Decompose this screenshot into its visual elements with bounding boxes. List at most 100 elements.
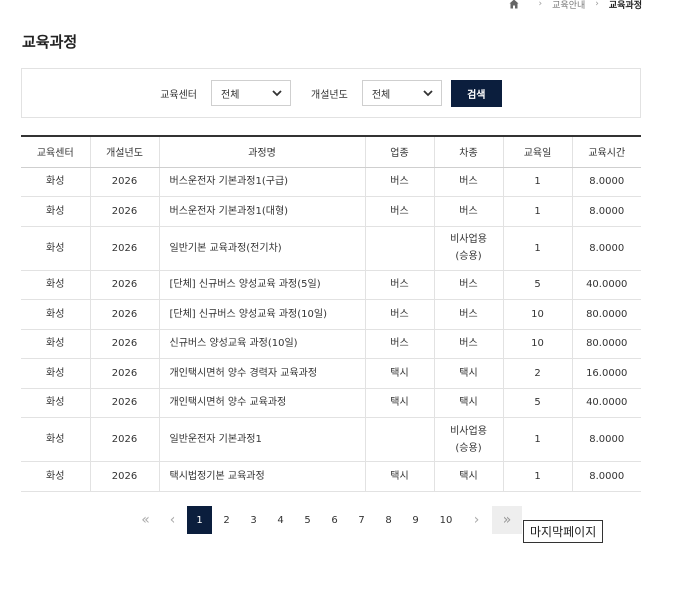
page-10-button[interactable]: 10 (429, 506, 463, 534)
page-8-button[interactable]: 8 (375, 506, 402, 534)
cell-hours: 8.0000 (571, 167, 641, 197)
breadcrumb-separator: › (538, 0, 543, 9)
prev-page-button[interactable]: ‹ (159, 506, 186, 534)
vehicle-line-1: 버스 (459, 338, 478, 350)
vehicle-line-1: 택시 (459, 397, 478, 409)
table-row[interactable]: 화성 2026 일반기본 교육과정(전기차) 비사업용 (승용) 1 8.0000 (21, 226, 641, 271)
table-header-row: 교육센터 개설년도 과정명 업종 차종 교육일 교육시간 (21, 135, 641, 168)
cell-course-name[interactable]: 택시법정기본 교육과정 (158, 461, 365, 492)
cell-course-name[interactable]: 신규버스 양성교육 과정(10일) (158, 329, 365, 359)
course-table: 교육센터 개설년도 과정명 업종 차종 교육일 교육시간 화성 2026 버스운… (21, 135, 641, 492)
cell-year: 2026 (89, 388, 159, 418)
center-filter-label: 교육센터 (160, 89, 197, 101)
cell-industry: 버스 (364, 329, 434, 359)
table-row[interactable]: 화성 2026 [단체] 신규버스 양성교육 과정(10일) 버스 버스 10 … (21, 299, 641, 330)
cell-year: 2026 (89, 167, 159, 197)
table-row[interactable]: 화성 2026 개인택시면허 양수 교육과정 택시 택시 5 40.0000 (21, 388, 641, 418)
cell-vehicle: 택시 (433, 388, 503, 418)
cell-year: 2026 (89, 358, 159, 389)
cell-vehicle: 비사업용 (승용) (433, 226, 503, 271)
cell-hours: 8.0000 (571, 196, 641, 227)
cell-course-name[interactable]: 버스운전자 기본과정1(구급) (158, 167, 365, 197)
search-button[interactable]: 검색 (450, 79, 502, 107)
year-select[interactable]: 전체 (361, 80, 442, 106)
cell-year: 2026 (89, 461, 159, 492)
first-page-button[interactable]: « (132, 506, 159, 534)
cell-industry: 버스 (364, 299, 434, 330)
table-row[interactable]: 화성 2026 일반운전자 기본과정1 비사업용 (승용) 1 8.0000 (21, 417, 641, 462)
cell-hours: 8.0000 (571, 461, 641, 492)
cell-course-name[interactable]: 버스운전자 기본과정1(대형) (158, 196, 365, 227)
vehicle-line-1: 버스 (459, 308, 478, 320)
cell-center: 화성 (21, 270, 90, 300)
page-6-button[interactable]: 6 (321, 506, 348, 534)
last-page-tooltip: 마지막페이지 (523, 520, 604, 543)
cell-days: 1 (502, 196, 572, 227)
cell-course-name[interactable]: 일반운전자 기본과정1 (158, 417, 365, 462)
center-select[interactable]: 전체 (211, 80, 291, 106)
cell-days: 5 (502, 270, 572, 300)
cell-days: 1 (502, 167, 572, 197)
vehicle-line-1: 버스 (459, 176, 478, 188)
cell-vehicle: 버스 (433, 329, 503, 359)
cell-vehicle: 버스 (433, 299, 503, 330)
chevron-down-icon (272, 90, 282, 97)
page-5-button[interactable]: 5 (294, 506, 321, 534)
home-icon[interactable] (509, 0, 519, 9)
cell-year: 2026 (89, 299, 159, 330)
cell-vehicle: 버스 (433, 196, 503, 227)
vehicle-line-1: 비사업용 (450, 234, 487, 245)
cell-year: 2026 (89, 226, 159, 271)
page-title: 교육과정 (22, 33, 78, 51)
page-4-button[interactable]: 4 (267, 506, 294, 534)
center-select-value: 전체 (221, 89, 240, 101)
pagination: « ‹ 1 2 3 4 5 6 7 8 9 10 › » (132, 506, 522, 534)
cell-industry: 택시 (364, 358, 434, 389)
cell-course-name[interactable]: 개인택시면허 양수 교육과정 (158, 388, 365, 418)
search-filter-box: 교육센터 전체 개설년도 전체 검색 (21, 68, 641, 118)
table-row[interactable]: 화성 2026 [단체] 신규버스 양성교육 과정(5일) 버스 버스 5 40… (21, 270, 641, 300)
cell-days: 10 (502, 299, 572, 330)
table-row[interactable]: 화성 2026 택시법정기본 교육과정 택시 택시 1 8.0000 (21, 461, 641, 492)
last-page-button[interactable]: » (492, 506, 522, 534)
cell-center: 화성 (21, 388, 90, 418)
vehicle-line-2: (승용) (455, 442, 482, 454)
cell-days: 5 (502, 388, 572, 418)
cell-year: 2026 (89, 270, 159, 300)
year-select-value: 전체 (371, 89, 391, 101)
cell-days: 2 (502, 358, 572, 389)
cell-center: 화성 (21, 299, 90, 330)
cell-course-name[interactable]: [단체] 신규버스 양성교육 과정(10일) (158, 299, 365, 330)
next-page-button[interactable]: › (463, 506, 490, 534)
page-3-button[interactable]: 3 (240, 506, 267, 534)
table-row[interactable]: 화성 2026 개인택시면허 양수 경력자 교육과정 택시 택시 2 16.00… (21, 358, 641, 389)
page-9-button[interactable]: 9 (402, 506, 429, 534)
page-1-button[interactable]: 1 (187, 506, 212, 534)
cell-days: 1 (502, 417, 572, 462)
vehicle-line-1: 택시 (459, 470, 478, 482)
cell-industry: 택시 (364, 388, 434, 418)
column-header-days: 교육일 (502, 135, 572, 168)
cell-course-name[interactable]: [단체] 신규버스 양성교육 과정(5일) (158, 270, 365, 300)
cell-course-name[interactable]: 일반기본 교육과정(전기차) (158, 226, 365, 271)
column-header-center: 교육센터 (21, 135, 90, 168)
vehicle-line-1: 비사업용 (450, 425, 487, 437)
cell-days: 1 (502, 461, 572, 492)
table-row[interactable]: 화성 2026 신규버스 양성교육 과정(10일) 버스 버스 10 80.00… (21, 329, 641, 359)
cell-course-name[interactable]: 개인택시면허 양수 경력자 교육과정 (158, 358, 365, 389)
cell-hours: 80.0000 (571, 299, 641, 330)
cell-center: 화성 (21, 167, 90, 197)
table-row[interactable]: 화성 2026 버스운전자 기본과정1(구급) 버스 버스 1 8.0000 (21, 167, 641, 197)
breadcrumb-separator: › (595, 0, 599, 9)
cell-industry: 버스 (364, 196, 434, 227)
page-2-button[interactable]: 2 (213, 506, 240, 534)
breadcrumb-item-guide[interactable]: 교육안내 (552, 0, 585, 11)
cell-days: 1 (502, 226, 572, 271)
page-7-button[interactable]: 7 (348, 506, 375, 534)
year-filter-label: 개설년도 (311, 89, 348, 101)
cell-hours: 16.0000 (571, 358, 641, 389)
cell-center: 화성 (21, 358, 90, 389)
cell-days: 10 (502, 329, 572, 359)
cell-center: 화성 (21, 196, 90, 227)
table-row[interactable]: 화성 2026 버스운전자 기본과정1(대형) 버스 버스 1 8.0000 (21, 196, 641, 227)
